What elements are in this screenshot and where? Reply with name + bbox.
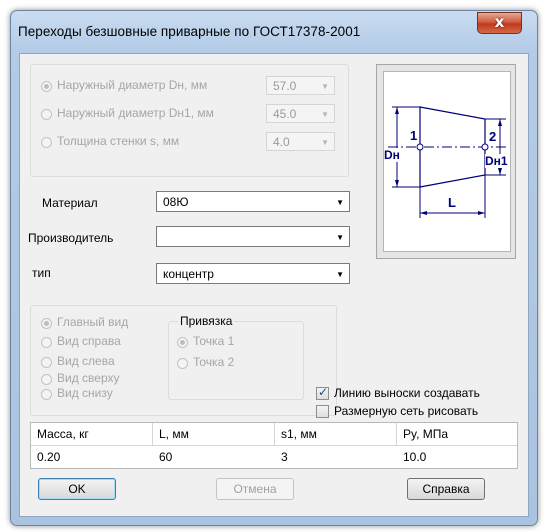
close-button[interactable]: x xyxy=(477,12,522,34)
chevron-down-icon: ▼ xyxy=(321,110,329,119)
table-cell-mass[interactable]: 0.20 xyxy=(31,446,153,468)
anchor-point-1-label: Точка 1 xyxy=(193,334,235,348)
outer-diameter-label: Наружный диаметр Dн, мм xyxy=(57,78,208,92)
dimension-grid-label: Размерную сеть рисовать xyxy=(334,404,479,418)
wall-thickness-radio[interactable] xyxy=(41,137,52,148)
dn-dimension-label: Dн xyxy=(384,148,400,162)
table-cell-length[interactable]: 60 xyxy=(153,446,275,468)
outer-diameter-1-radio[interactable] xyxy=(41,109,52,120)
point-1-marker: 1 xyxy=(410,128,418,143)
wall-thickness-label: Толщина стенки s, мм xyxy=(57,134,180,148)
view-top-label: Вид сверху xyxy=(57,371,120,385)
type-label: тип xyxy=(32,266,51,280)
anchor-group xyxy=(168,321,304,400)
view-right-label: Вид справа xyxy=(57,334,121,348)
view-main-radio[interactable] xyxy=(41,318,52,329)
table-header-s1: s1, мм xyxy=(275,423,397,446)
material-value: 08Ю xyxy=(163,195,189,209)
dialog-body: Наружный диаметр Dн, мм 57.0 ▼ Наружный … xyxy=(19,53,529,517)
table-cell-pressure[interactable]: 10.0 xyxy=(397,446,517,468)
dimension-grid-checkbox[interactable] xyxy=(316,405,329,418)
chevron-down-icon: ▼ xyxy=(336,198,344,207)
chevron-down-icon: ▼ xyxy=(336,233,344,242)
properties-table: Масса, кг L, мм s1, мм Py, МПа 0.20 60 3… xyxy=(30,422,518,469)
outer-diameter-1-label: Наружный диаметр Dн1, мм xyxy=(57,106,214,120)
table-header-length: L, мм xyxy=(153,423,275,446)
anchor-point-1-radio[interactable] xyxy=(177,337,188,348)
wall-thickness-value: 4.0 xyxy=(273,135,290,149)
chevron-down-icon: ▼ xyxy=(321,82,329,91)
material-label: Материал xyxy=(42,196,98,210)
window-title: Переходы безшовные приварные по ГОСТ1737… xyxy=(18,24,361,39)
view-bottom-radio[interactable] xyxy=(41,389,52,400)
view-main-label: Главный вид xyxy=(57,315,129,329)
outer-diameter-value: 57.0 xyxy=(273,79,297,93)
dialog-window: Переходы безшовные приварные по ГОСТ1737… xyxy=(10,10,538,526)
outer-diameter-1-value: 45.0 xyxy=(273,107,297,121)
table-cell-s1[interactable]: 3 xyxy=(275,446,397,468)
outer-diameter-radio[interactable] xyxy=(41,81,52,92)
length-dimension-label: L xyxy=(448,195,456,210)
wall-thickness-select[interactable]: 4.0 ▼ xyxy=(266,132,335,151)
table-header-pressure: Py, МПа xyxy=(397,423,517,446)
view-left-radio[interactable] xyxy=(41,357,52,368)
leader-line-label: Линию выноски создавать xyxy=(334,386,480,400)
anchor-point-2-label: Точка 2 xyxy=(193,355,235,369)
dn1-dimension-label: Dн1 xyxy=(485,154,508,168)
type-value: концентр xyxy=(163,267,214,281)
view-bottom-label: Вид снизу xyxy=(57,386,113,400)
leader-line-checkbox[interactable]: ✓ xyxy=(316,385,329,400)
chevron-down-icon: ▼ xyxy=(336,270,344,279)
manufacturer-label: Производитель xyxy=(28,231,114,245)
view-top-radio[interactable] xyxy=(41,374,52,385)
type-select[interactable]: концентр ▼ xyxy=(156,263,350,284)
view-left-label: Вид слева xyxy=(57,354,115,368)
preview-canvas: 1 2 Dн Dн1 L xyxy=(383,71,511,252)
close-icon: x xyxy=(494,13,505,31)
material-select[interactable]: 08Ю ▼ xyxy=(156,191,350,212)
manufacturer-select[interactable]: ▼ xyxy=(156,226,350,247)
anchor-group-title: Привязка xyxy=(178,314,235,328)
help-button[interactable]: Справка xyxy=(407,478,485,500)
preview-frame: 1 2 Dн Dн1 L xyxy=(376,64,516,259)
chevron-down-icon: ▼ xyxy=(321,138,329,147)
view-right-radio[interactable] xyxy=(41,337,52,348)
outer-diameter-select[interactable]: 57.0 ▼ xyxy=(266,76,335,95)
checkmark-icon: ✓ xyxy=(318,385,329,399)
anchor-point-2-radio[interactable] xyxy=(177,358,188,369)
cancel-button[interactable]: Отмена xyxy=(216,478,294,500)
title-bar[interactable]: Переходы безшовные приварные по ГОСТ1737… xyxy=(11,11,537,55)
point-2-marker: 2 xyxy=(489,129,497,144)
outer-diameter-1-select[interactable]: 45.0 ▼ xyxy=(266,104,335,123)
ok-button[interactable]: OK xyxy=(38,478,116,500)
table-header-mass: Масса, кг xyxy=(31,423,153,446)
